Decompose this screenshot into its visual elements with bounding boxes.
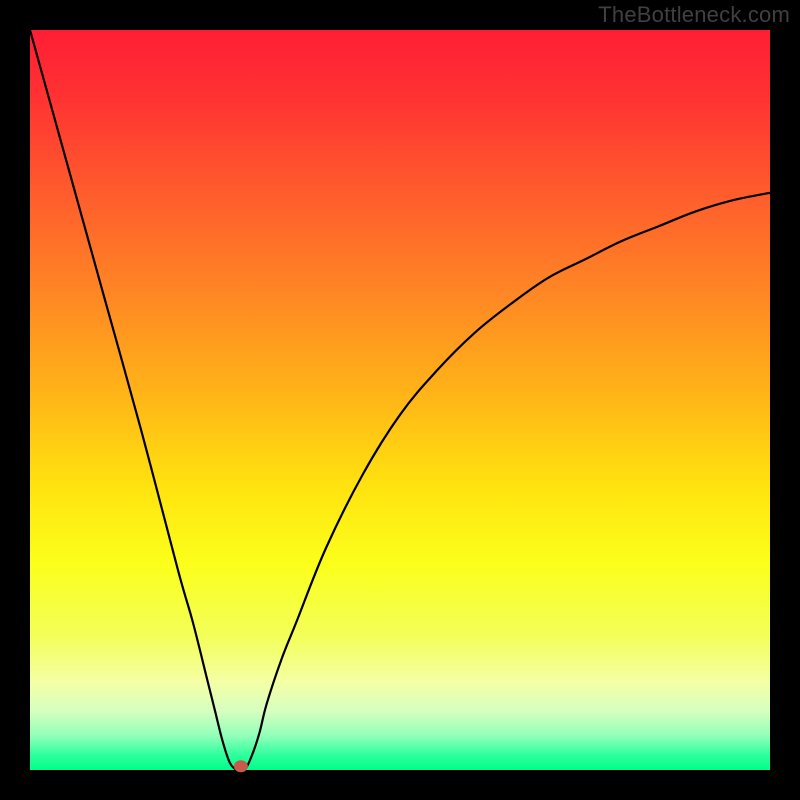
watermark-text: TheBottleneck.com <box>598 2 790 28</box>
optimal-point-marker <box>234 760 248 772</box>
bottleneck-chart <box>0 0 800 800</box>
chart-canvas: TheBottleneck.com <box>0 0 800 800</box>
plot-background <box>30 30 770 770</box>
